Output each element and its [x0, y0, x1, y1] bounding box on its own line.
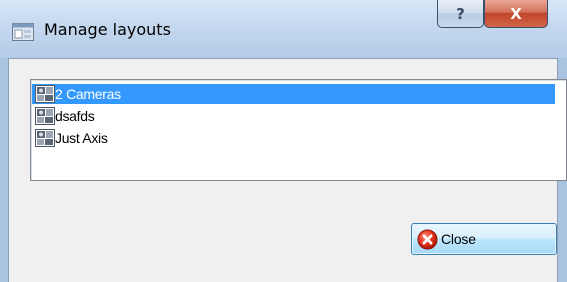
- close-x-icon: X: [510, 4, 522, 23]
- title-bar[interactable]: Manage layouts ? X: [0, 0, 567, 58]
- layout-icon: [35, 107, 55, 125]
- list-item[interactable]: 2 Cameras: [32, 84, 555, 104]
- help-icon: ?: [456, 4, 465, 23]
- window-title: Manage layouts: [44, 20, 171, 39]
- layout-app-icon: [12, 23, 34, 41]
- list-item[interactable]: dsafds: [32, 106, 555, 126]
- help-button[interactable]: ?: [437, 0, 484, 28]
- close-button[interactable]: Close: [411, 223, 557, 255]
- window-close-button[interactable]: X: [484, 0, 548, 28]
- list-item-label: dsafds: [55, 108, 95, 124]
- layouts-list[interactable]: 2 Cameras dsafds Just Axis: [30, 79, 567, 181]
- list-item[interactable]: Just Axis: [32, 128, 555, 148]
- dialog-body: 2 Cameras dsafds Just Axis Close: [8, 58, 567, 282]
- layout-icon: [35, 129, 55, 147]
- list-item-label: Just Axis: [55, 130, 108, 146]
- list-item-label: 2 Cameras: [55, 86, 121, 102]
- close-button-label: Close: [441, 231, 476, 247]
- layout-icon: [35, 85, 55, 103]
- close-icon: [417, 229, 438, 249]
- manage-layouts-window: Manage layouts ? X 2 Cameras dsafds Just…: [0, 0, 567, 282]
